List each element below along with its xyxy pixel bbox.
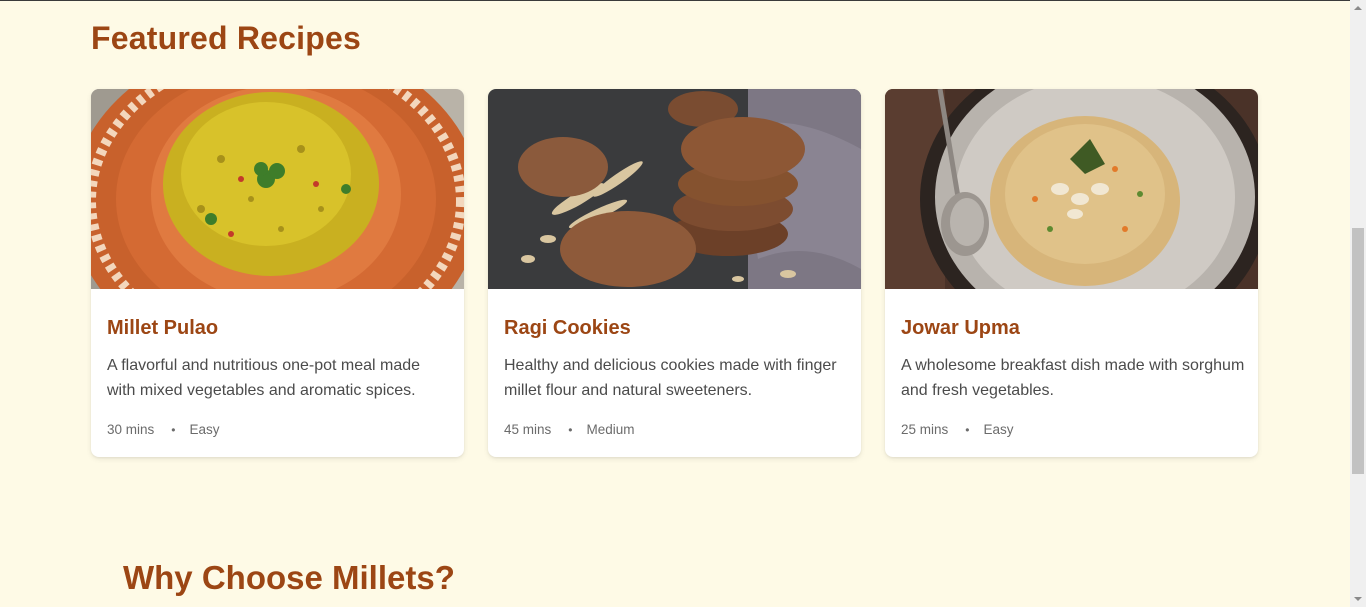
recipe-time: 30 mins	[107, 422, 155, 437]
recipe-card-ragi-cookies[interactable]: Ragi Cookies Healthy and delicious cooki…	[488, 89, 861, 457]
scroll-down-arrow-icon[interactable]	[1350, 591, 1366, 607]
recipe-card-millet-pulao[interactable]: Millet Pulao A flavorful and nutritious …	[91, 89, 464, 457]
jowar-upma-image	[885, 89, 1258, 289]
scrollbar-thumb[interactable]	[1352, 228, 1364, 474]
ragi-cookies-image	[488, 89, 861, 289]
recipe-title[interactable]: Jowar Upma	[901, 317, 1020, 340]
recipe-card-jowar-upma[interactable]: Jowar Upma A wholesome breakfast dish ma…	[885, 89, 1258, 457]
top-divider	[0, 0, 1350, 1]
recipe-meta: 45 mins • Medium	[504, 422, 635, 437]
recipe-time: 25 mins	[901, 422, 949, 437]
recipe-meta: 25 mins • Easy	[901, 422, 1014, 437]
why-choose-millets-heading: Why Choose Millets?	[123, 559, 455, 596]
recipe-meta: 30 mins • Easy	[107, 422, 220, 437]
millet-pulao-image	[91, 89, 464, 289]
recipe-description: Healthy and delicious cookies made with …	[504, 357, 837, 399]
scroll-up-arrow-icon[interactable]	[1350, 0, 1366, 16]
featured-recipes-heading: Featured Recipes	[91, 20, 361, 56]
recipe-difficulty: Medium	[586, 422, 635, 437]
meta-separator: •	[171, 422, 176, 437]
recipe-title[interactable]: Millet Pulao	[107, 317, 218, 340]
meta-separator: •	[568, 422, 573, 437]
recipe-difficulty: Easy	[983, 422, 1014, 437]
recipe-title[interactable]: Ragi Cookies	[504, 317, 631, 340]
vertical-scrollbar[interactable]	[1350, 0, 1366, 607]
recipe-time: 45 mins	[504, 422, 552, 437]
recipe-description: A wholesome breakfast dish made with sor…	[901, 357, 1245, 399]
recipe-difficulty: Easy	[189, 422, 220, 437]
recipe-description: A flavorful and nutritious one-pot meal …	[107, 357, 421, 399]
meta-separator: •	[965, 422, 970, 437]
